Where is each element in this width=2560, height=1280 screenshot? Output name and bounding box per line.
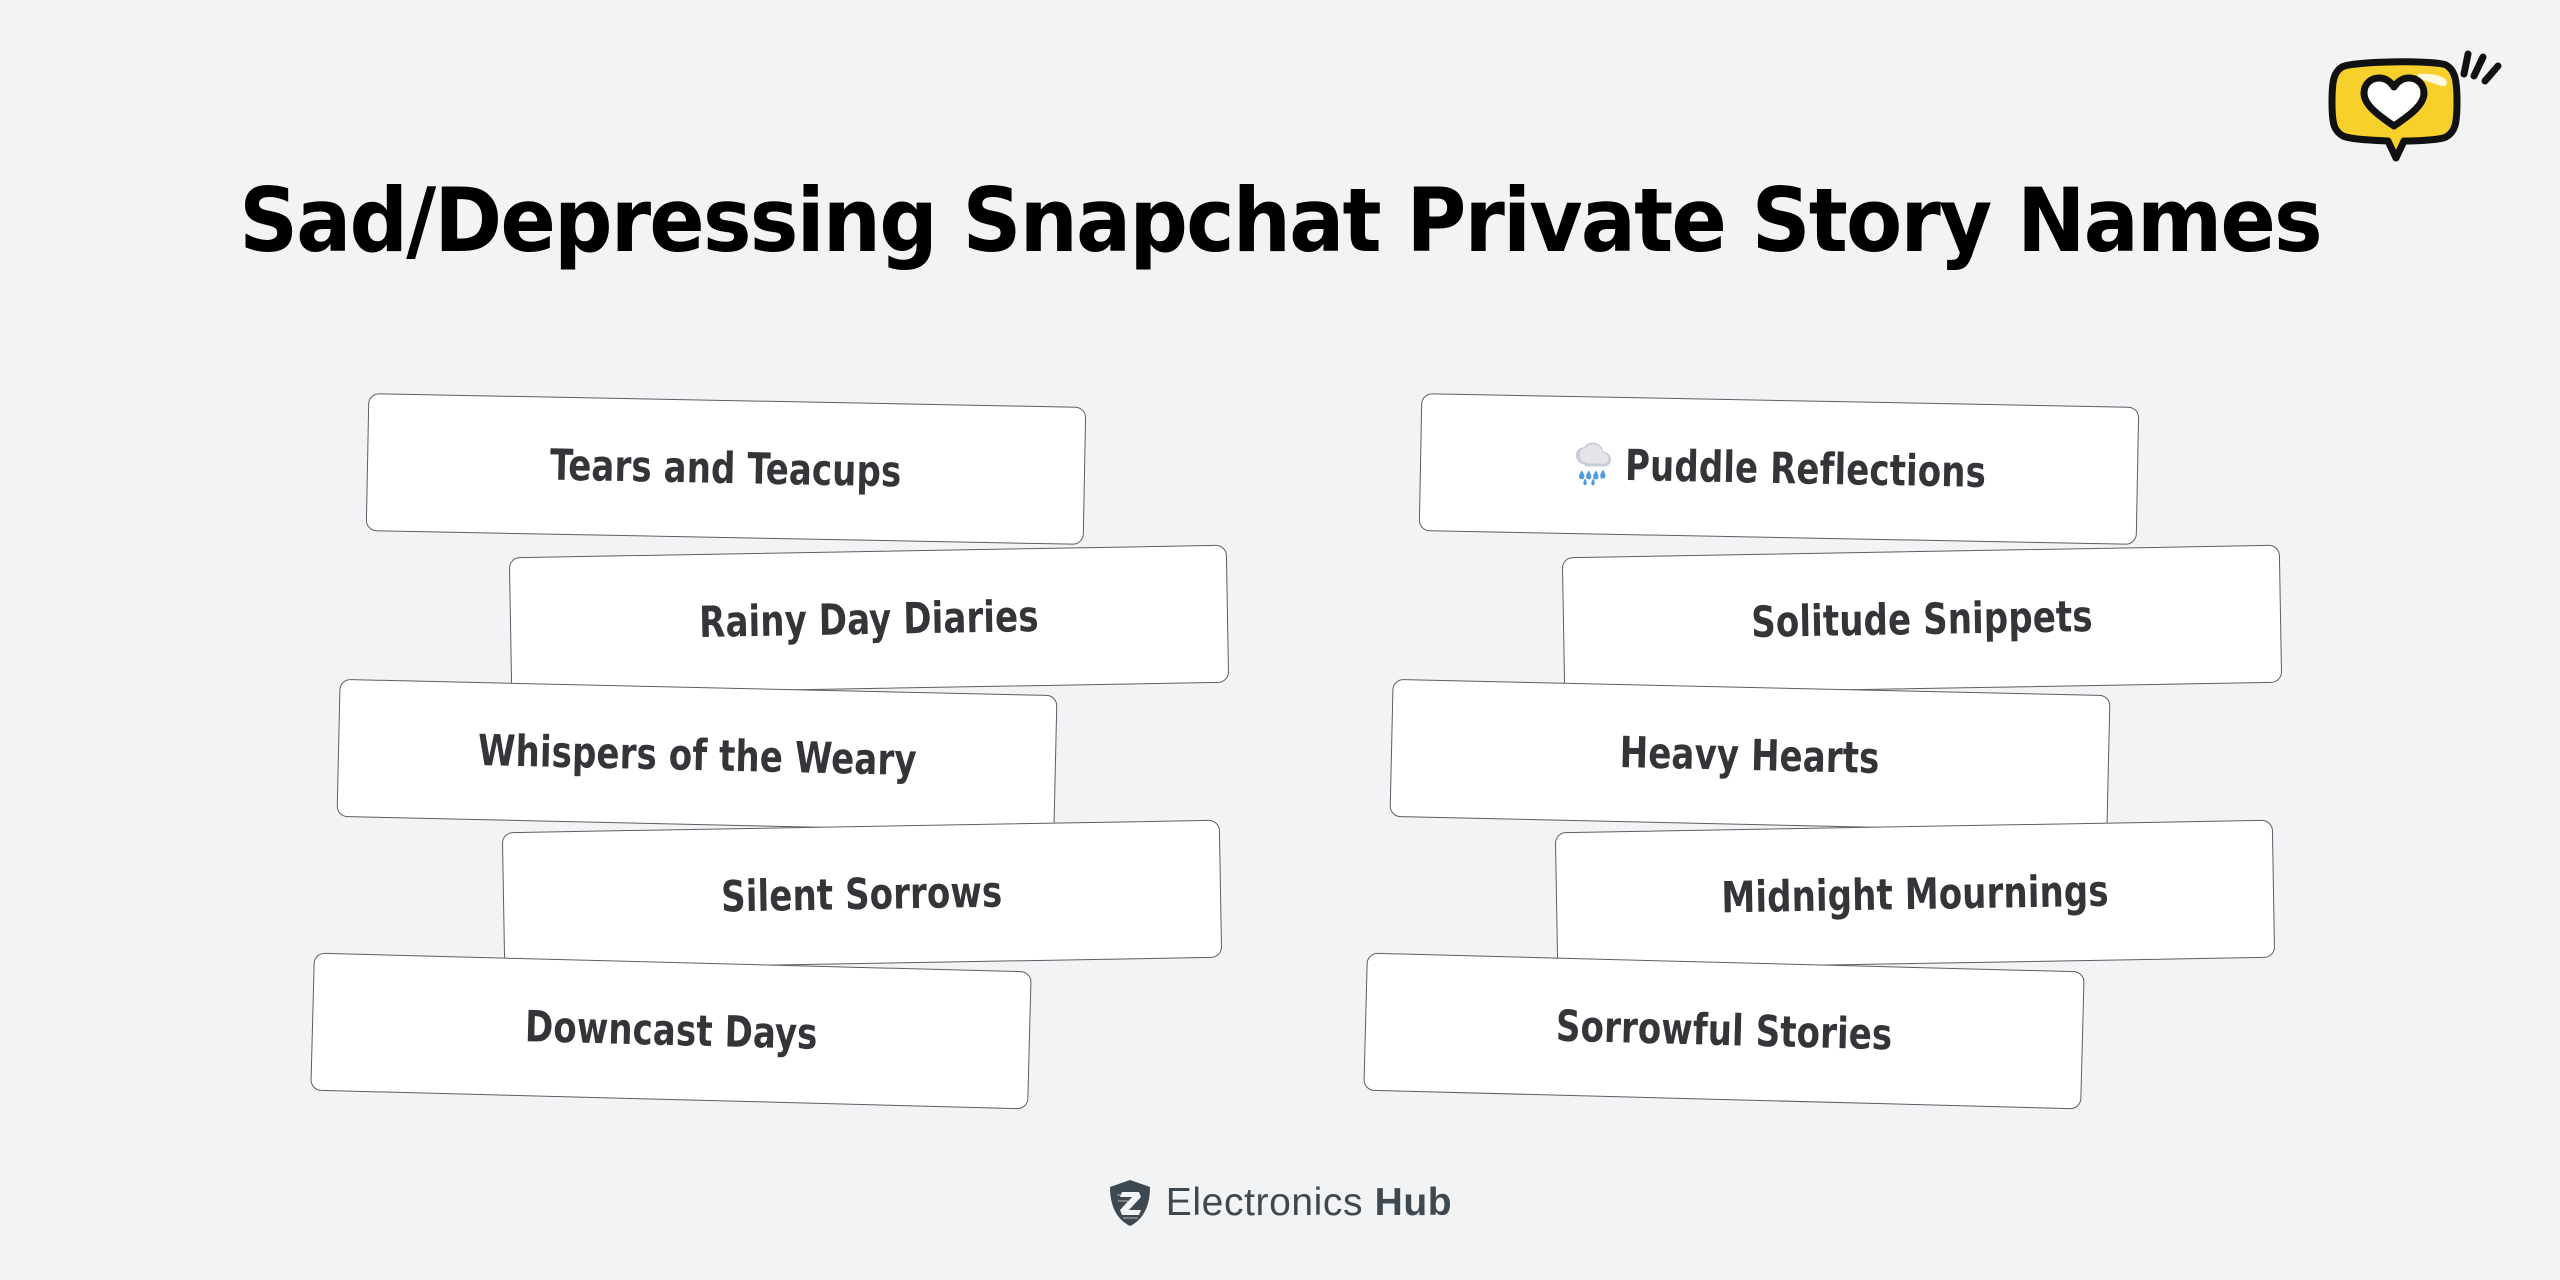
story-card-label: Solitude Snippets [1750,592,2094,648]
footer-brand-first: Electronics [1165,1181,1364,1224]
rain-cloud-icon [1572,442,1615,487]
story-card-label: Downcast Days [524,1002,818,1060]
story-card[interactable]: Rainy Day Diaries [508,544,1230,696]
story-card[interactable]: Downcast Days [310,952,1032,1110]
story-card[interactable]: Heavy Hearts [1389,678,2111,834]
story-card-label: Heavy Hearts [1619,728,1881,784]
shield-bolt-icon [1108,1179,1152,1227]
story-card-label: Tears and Teacups [549,440,903,498]
story-card-label: Silent Sorrows [721,867,1003,923]
story-card[interactable]: Sorrowful Stories [1363,952,2085,1110]
story-card[interactable]: Tears and Teacups [365,393,1087,545]
story-name-cards: Tears and Teacups Rainy Day Diaries Whis… [0,0,2560,1280]
story-card[interactable]: Solitude Snippets [1561,544,2283,696]
footer-brand-text: Electronics Hub [1166,1181,1452,1225]
story-card-label: Rainy Day Diaries [698,592,1040,648]
story-card-label: Midnight Mournings [1720,866,2110,924]
footer-brand-second: Hub [1374,1181,1453,1224]
story-card[interactable]: Puddle Reflections [1418,393,2140,545]
story-card-label: Whispers of the Weary [477,726,917,786]
footer-brand: Electronics Hub [0,1168,2560,1238]
story-card[interactable]: Whispers of the Weary [336,678,1058,834]
story-card-text: Puddle Reflections [1624,441,1987,498]
story-card[interactable]: Silent Sorrows [501,819,1223,971]
story-card-label: Puddle Reflections [1572,440,1987,498]
story-card[interactable]: Midnight Mournings [1554,819,2276,971]
story-card-label: Sorrowful Stories [1555,1001,1893,1061]
